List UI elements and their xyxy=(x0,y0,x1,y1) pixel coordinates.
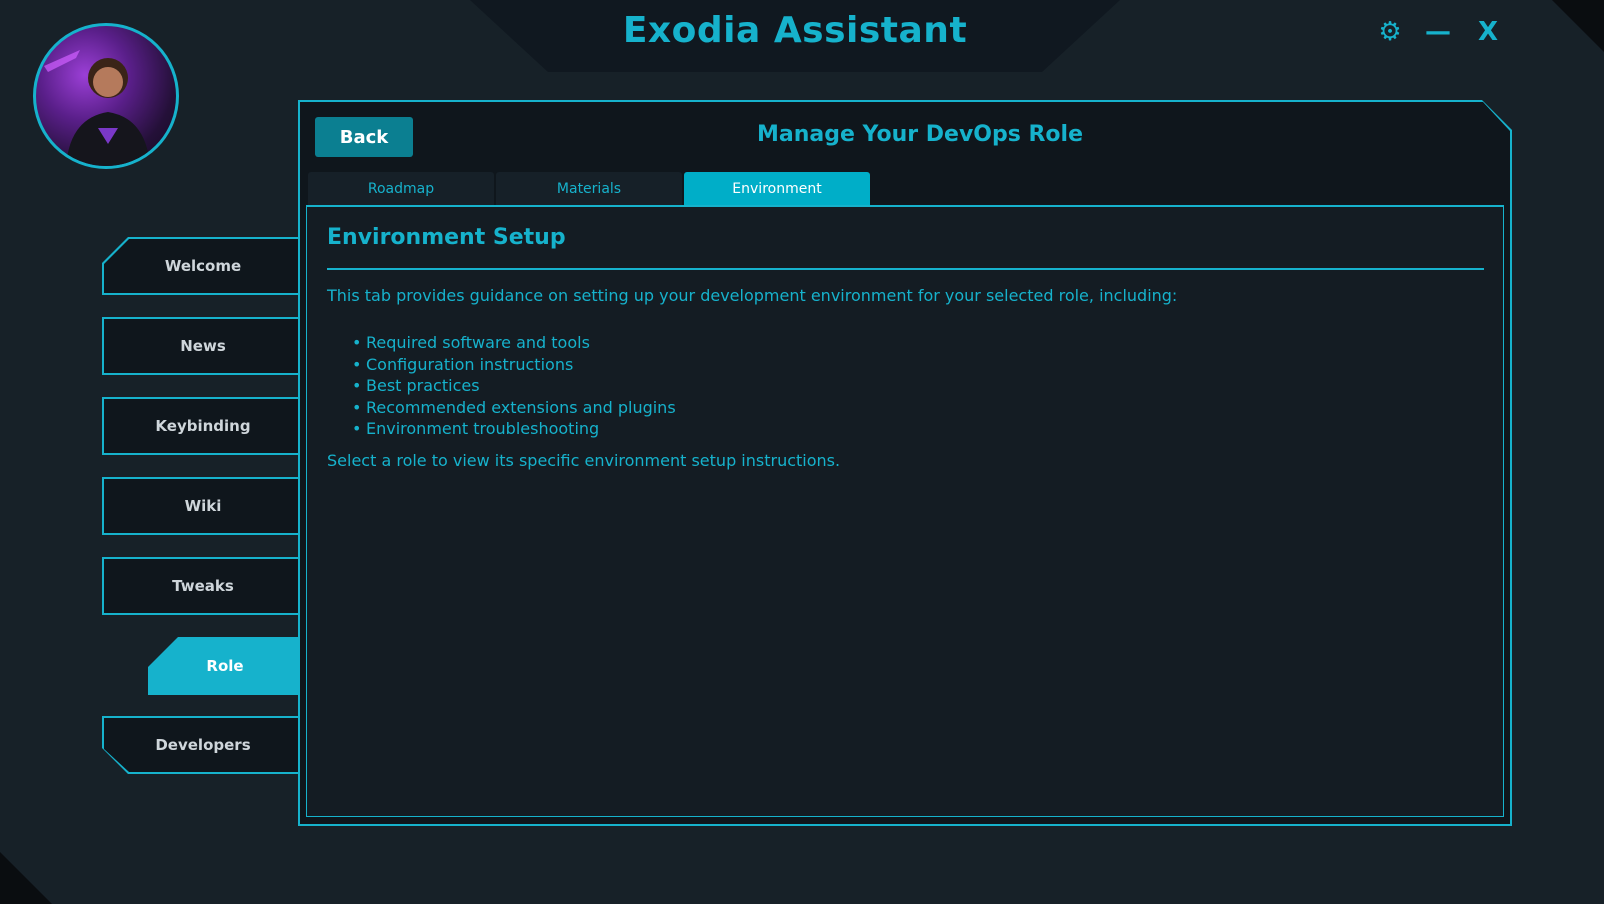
sidebar-item-label: Developers xyxy=(155,736,251,754)
sidebar-item-role[interactable]: Role xyxy=(148,637,302,695)
avatar-image xyxy=(44,50,150,166)
heading-divider xyxy=(327,268,1484,270)
section-heading: Environment Setup xyxy=(327,225,566,250)
close-icon[interactable]: X xyxy=(1470,14,1506,50)
bullet-icon: • xyxy=(352,333,362,352)
minimize-icon[interactable]: — xyxy=(1420,14,1456,50)
intro-text: This tab provides guidance on setting up… xyxy=(327,286,1178,305)
sidebar-item-label: Keybinding xyxy=(155,417,251,435)
page-title: Manage Your DevOps Role xyxy=(756,122,1083,147)
tab-environment[interactable]: Environment xyxy=(684,172,870,206)
setup-bullet-list: • Required software and tools • Configurat… xyxy=(352,332,676,440)
tab-materials[interactable]: Materials xyxy=(496,172,682,206)
sidebar-item-developers[interactable]: Developers xyxy=(102,716,302,774)
bullet-icon: • xyxy=(352,376,362,395)
sidebar-item-label: News xyxy=(180,337,226,355)
list-item: • Recommended extensions and plugins xyxy=(352,397,676,417)
sidebar-item-keybinding[interactable]: Keybinding xyxy=(102,397,302,455)
bullet-icon: • xyxy=(352,397,362,417)
list-item: • Best practices xyxy=(352,376,480,395)
list-item: • Required software and tools xyxy=(352,333,590,352)
bullet-icon: • xyxy=(352,354,362,374)
footer-note: Select a role to view its specific envir… xyxy=(327,451,841,470)
list-item: • Configuration instructions xyxy=(352,354,574,374)
sidebar-item-label: Role xyxy=(206,657,244,675)
avatar xyxy=(33,23,179,169)
sidebar-item-welcome[interactable]: Welcome xyxy=(102,237,302,295)
bullet-icon: • xyxy=(352,419,362,438)
tab-roadmap[interactable]: Roadmap xyxy=(308,172,494,206)
list-item: • Environment troubleshooting xyxy=(352,419,600,438)
sidebar-item-label: Welcome xyxy=(164,257,242,275)
sidebar-item-wiki[interactable]: Wiki xyxy=(102,477,302,535)
sidebar-item-label: Tweaks xyxy=(172,577,234,595)
sidebar-item-tweaks[interactable]: Tweaks xyxy=(102,557,302,615)
sidebar-item-label: Wiki xyxy=(184,497,222,515)
sidebar-item-news[interactable]: News xyxy=(102,317,302,375)
app-title: Exodia Assistant xyxy=(622,10,968,51)
back-button[interactable]: Back xyxy=(315,117,413,157)
settings-gear-icon[interactable]: ⚙ xyxy=(1372,14,1408,50)
